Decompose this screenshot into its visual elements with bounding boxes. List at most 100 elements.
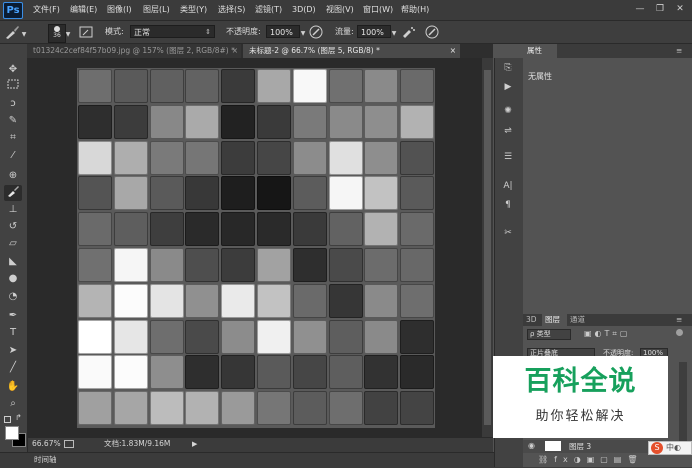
menu-file[interactable]: 文件(F) bbox=[33, 0, 60, 20]
layer-filter-icons[interactable]: ▣◐T⌗▢ bbox=[584, 329, 631, 339]
history-panel-icon[interactable]: ⎘ bbox=[500, 61, 516, 76]
layers-bottom-icons[interactable]: ⛓fx◑▣▢▤🗑 bbox=[538, 455, 644, 464]
layer-row[interactable]: ◉ 图层 3 bbox=[523, 440, 663, 453]
chevron-down-icon[interactable]: ▼ bbox=[64, 27, 72, 43]
tab-close-icon[interactable]: × bbox=[232, 44, 238, 58]
mosaic-tile bbox=[113, 69, 148, 103]
mosaic-tile bbox=[221, 319, 256, 354]
ime-status-icons[interactable]: 中◐ bbox=[666, 442, 681, 453]
mosaic-tile bbox=[185, 69, 220, 103]
crop-tool-icon[interactable]: ⌗ bbox=[4, 130, 22, 146]
mosaic-tile bbox=[257, 69, 291, 103]
menu-type[interactable]: 类型(Y) bbox=[180, 0, 207, 20]
tab-3d[interactable]: 3D bbox=[526, 314, 537, 326]
visibility-eye-icon[interactable]: ◉ bbox=[528, 441, 535, 450]
mosaic-tile bbox=[113, 140, 148, 175]
tab-properties[interactable]: 属性 bbox=[523, 44, 557, 58]
marquee-tool-icon[interactable] bbox=[4, 79, 22, 95]
scrollbar-thumb[interactable] bbox=[484, 70, 491, 425]
paragraph-panel-icon[interactable]: ¶ bbox=[500, 198, 516, 213]
layers-scrollbar[interactable] bbox=[679, 362, 687, 452]
menu-filter[interactable]: 滤镜(T) bbox=[255, 0, 282, 20]
layer-name[interactable]: 图层 3 bbox=[569, 441, 591, 452]
swap-colors-icon[interactable]: ↱ bbox=[15, 413, 22, 422]
type-tool-icon[interactable]: T bbox=[4, 325, 22, 341]
mosaic-tile bbox=[292, 355, 327, 390]
blur-tool-icon[interactable]: ● bbox=[4, 271, 22, 287]
layer-thumbnail bbox=[545, 441, 561, 451]
layer-filter-select[interactable]: ρ 类型 bbox=[527, 329, 571, 340]
minimize-icon[interactable]: — bbox=[631, 2, 649, 17]
healing-brush-tool-icon[interactable]: ⊕ bbox=[4, 168, 22, 184]
tab-layers[interactable]: 图层 bbox=[542, 314, 567, 326]
brush-tool-icon[interactable] bbox=[4, 185, 22, 201]
tab-document-1[interactable]: t01324c2cef84f57b09.jpg @ 157% (图层 2, RG… bbox=[27, 44, 241, 58]
menu-image[interactable]: 图像(I) bbox=[107, 0, 132, 20]
clone-stamp-tool-icon[interactable]: ⊥ bbox=[4, 202, 22, 218]
opacity-input[interactable]: 100% bbox=[266, 25, 300, 38]
brush-tool-preset-icon[interactable] bbox=[4, 24, 20, 40]
paint-bucket-tool-icon[interactable]: ◣ bbox=[4, 254, 22, 270]
filter-toggle-icon[interactable] bbox=[676, 329, 683, 336]
chevron-down-icon[interactable]: ▼ bbox=[389, 26, 399, 42]
close-icon[interactable]: ✕ bbox=[671, 2, 689, 17]
ime-toolbar[interactable]: S 中◐ bbox=[648, 441, 692, 455]
adjustments-panel-icon[interactable]: ⇌ bbox=[500, 124, 516, 139]
restore-icon[interactable]: ❐ bbox=[651, 2, 669, 17]
menu-edit[interactable]: 编辑(E) bbox=[70, 0, 97, 20]
move-tool-icon[interactable]: ✥ bbox=[4, 62, 22, 78]
status-menu-arrow-icon[interactable]: ▶ bbox=[192, 437, 197, 451]
timeline-label[interactable]: 时间轴 bbox=[34, 453, 57, 466]
export-icon[interactable] bbox=[64, 440, 74, 448]
brush-presets-icon[interactable]: ✺ bbox=[500, 104, 516, 119]
menu-view[interactable]: 视图(V) bbox=[326, 0, 354, 20]
menu-layer[interactable]: 图层(L) bbox=[143, 0, 170, 20]
mode-select[interactable]: 正常 ⇕ bbox=[130, 25, 215, 38]
pen-tool-icon[interactable]: ✒ bbox=[4, 308, 22, 324]
eyedropper-tool-icon[interactable]: ⁄ bbox=[4, 148, 22, 164]
foreground-color-swatch[interactable] bbox=[5, 426, 19, 440]
lasso-tool-icon[interactable]: ↄ bbox=[4, 96, 22, 112]
mosaic-tile bbox=[221, 69, 256, 103]
history-brush-tool-icon[interactable]: ↺ bbox=[4, 219, 22, 235]
flow-input[interactable]: 100% bbox=[357, 25, 391, 38]
menu-window[interactable]: 窗口(W) bbox=[363, 0, 393, 20]
zoom-level[interactable]: 66.67% bbox=[32, 437, 61, 451]
document-canvas[interactable] bbox=[77, 68, 435, 428]
default-colors-icon[interactable] bbox=[4, 416, 11, 423]
tool-presets-icon[interactable]: ✂ bbox=[500, 226, 516, 241]
opacity-label: 不透明度: bbox=[226, 27, 261, 36]
airbrush-icon[interactable] bbox=[400, 24, 416, 40]
layer-comps-icon[interactable]: ☰ bbox=[500, 150, 516, 165]
line-tool-icon[interactable]: ╱ bbox=[4, 360, 22, 376]
brush-panel-toggle-icon[interactable] bbox=[78, 24, 94, 40]
chevron-down-icon[interactable]: ▼ bbox=[20, 27, 28, 43]
tab-close-icon[interactable]: × bbox=[450, 44, 456, 58]
zoom-tool-icon[interactable]: ⌕ bbox=[4, 396, 22, 412]
pressure-size-icon[interactable] bbox=[424, 24, 440, 40]
pressure-opacity-icon[interactable] bbox=[308, 24, 324, 40]
chevron-down-icon[interactable]: ▼ bbox=[298, 26, 308, 42]
tab-label: 未标题-2 @ 66.7% (图层 5, RGB/8) * bbox=[249, 46, 380, 55]
character-panel-icon[interactable]: A| bbox=[500, 179, 516, 194]
mosaic-tile bbox=[257, 248, 291, 282]
mosaic-tile bbox=[400, 104, 435, 139]
tab-document-2[interactable]: 未标题-2 @ 66.7% (图层 5, RGB/8) * × bbox=[243, 44, 460, 58]
menu-select[interactable]: 选择(S) bbox=[218, 0, 245, 20]
eraser-tool-icon[interactable]: ▱ bbox=[4, 236, 22, 252]
menu-help[interactable]: 帮助(H) bbox=[401, 0, 429, 20]
quick-select-tool-icon[interactable]: ✎ bbox=[4, 113, 22, 129]
hand-tool-icon[interactable]: ✋ bbox=[4, 379, 22, 395]
path-selection-tool-icon[interactable]: ➤ bbox=[4, 343, 22, 359]
actions-panel-icon[interactable]: ▶ bbox=[500, 80, 516, 95]
panel-menu-icon[interactable]: ≡ bbox=[676, 44, 682, 58]
dodge-tool-icon[interactable]: ◔ bbox=[4, 289, 22, 305]
mosaic-tile bbox=[364, 104, 399, 139]
mosaic-tile bbox=[328, 69, 363, 103]
menu-3d[interactable]: 3D(D) bbox=[292, 0, 316, 20]
mosaic-tile bbox=[113, 319, 148, 354]
mosaic-tile bbox=[292, 69, 327, 103]
tab-channels[interactable]: 通道 bbox=[570, 314, 585, 326]
panel-menu-icon[interactable]: ≡ bbox=[676, 314, 682, 326]
mosaic-tile bbox=[292, 319, 327, 354]
